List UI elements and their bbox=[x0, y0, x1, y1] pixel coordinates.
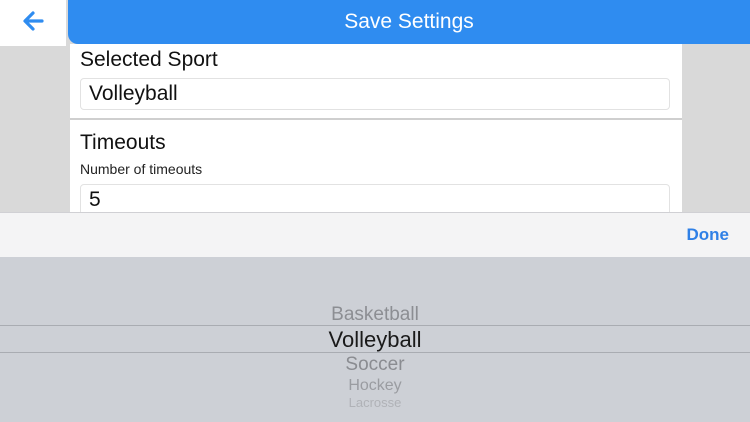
selected-sport-title: Selected Sport bbox=[80, 48, 218, 71]
section-divider bbox=[70, 118, 682, 120]
timeouts-count-field[interactable]: 5 bbox=[80, 184, 670, 212]
picker-option[interactable]: Lacrosse bbox=[0, 395, 750, 410]
picker-option[interactable]: Basketball bbox=[0, 304, 750, 326]
settings-form: Selected Sport Volleyball Timeouts Numbe… bbox=[70, 44, 682, 212]
save-settings-label: Save Settings bbox=[344, 10, 474, 33]
back-button[interactable] bbox=[0, 0, 66, 46]
arrow-left-icon bbox=[22, 10, 44, 37]
timeouts-title: Timeouts bbox=[80, 131, 166, 154]
sport-picker[interactable]: Basketball Volleyball Soccer Hockey Lacr… bbox=[0, 257, 750, 422]
save-settings-button[interactable]: Save Settings bbox=[68, 0, 750, 44]
picker-option[interactable]: Hockey bbox=[0, 377, 750, 395]
sport-field[interactable]: Volleyball bbox=[80, 78, 670, 110]
picker-option[interactable]: Soccer bbox=[0, 354, 750, 376]
done-button[interactable]: Done bbox=[687, 225, 730, 245]
picker-toolbar: Done bbox=[0, 212, 750, 257]
picker-option-selected[interactable]: Volleyball bbox=[0, 327, 750, 353]
timeouts-count-label: Number of timeouts bbox=[80, 161, 203, 177]
